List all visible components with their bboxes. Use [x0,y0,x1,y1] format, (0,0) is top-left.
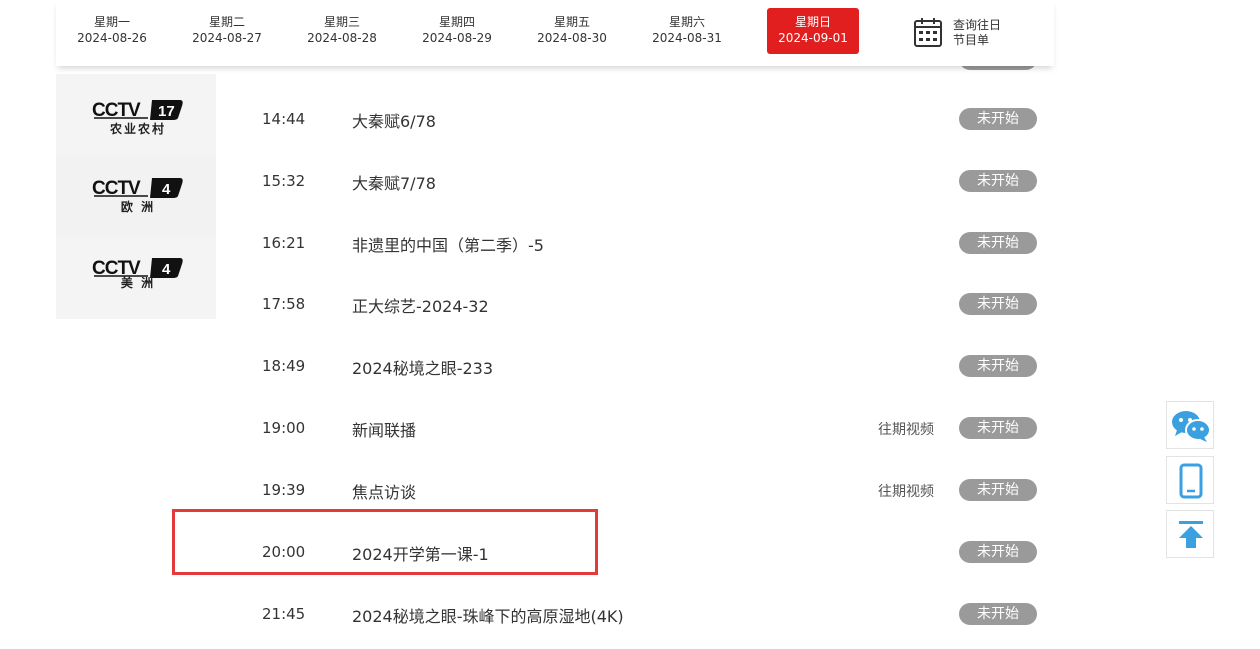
status-badge: 未开始 [959,541,1037,563]
day-tab-weekday: 星期日 [794,15,831,29]
wechat-share-button[interactable] [1166,401,1214,449]
query-past-schedule-button[interactable]: 查询往日 节目单 [913,14,1033,54]
day-tab-date: 2024-08-31 [652,31,722,45]
day-tab-weekday: 星期四 [438,15,475,29]
day-tab-mon[interactable]: 星期一 2024-08-26 [64,8,160,54]
program-row: 16:21 非遗里的中国（第二季）-5 未开始 [216,224,1046,264]
day-tab-fri[interactable]: 星期五 2024-08-30 [524,8,620,54]
cctv4-europe-logo: CCTV 4 [92,178,183,199]
day-tab-date: 2024-08-29 [422,31,492,45]
program-row: 20:00 2024开学第一课-1 未开始 [216,533,1046,573]
day-tab-thu[interactable]: 星期四 2024-08-29 [409,8,505,54]
program-time: 20:00 [262,543,306,561]
status-badge: 未开始 [959,232,1037,254]
day-tab-weekday: 星期五 [553,15,590,29]
program-title[interactable]: 2024开学第一课-1 [352,541,489,565]
query-label-line2: 节目单 [953,33,990,47]
program-row: 19:00 新闻联播 往期视频 未开始 [216,409,1046,449]
day-tab-tue[interactable]: 星期二 2024-08-27 [179,8,275,54]
program-title[interactable]: 非遗里的中国（第二季）-5 [352,232,544,256]
program-time: 19:00 [262,419,306,437]
mobile-icon [1179,463,1203,499]
program-title[interactable]: 焦点访谈 [352,479,416,503]
mobile-app-button[interactable] [1166,456,1214,504]
query-past-schedule-label: 查询往日 节目单 [953,18,1001,48]
channel-item-cctv4-america[interactable]: CCTV 4 美 洲 [56,236,216,316]
program-title[interactable]: 大秦赋7/78 [352,170,436,194]
day-tab-date: 2024-08-26 [77,31,147,45]
program-row: 21:45 2024秘境之眼-珠峰下的高原湿地(4K) 未开始 [216,595,1046,635]
day-tab-date: 2024-09-01 [778,31,848,45]
cctv17-logo: CCTV 17 [92,100,183,121]
program-row: 17:58 正大综艺-2024-32 未开始 [216,285,1046,325]
program-title[interactable]: 大秦赋6/78 [352,108,436,132]
status-badge: 未开始 [959,603,1037,625]
channel-subtitle: 欧 洲 [120,200,156,214]
svg-text:4: 4 [162,181,171,198]
day-tab-weekday: 星期三 [323,15,360,29]
program-time: 17:58 [262,295,306,313]
channel-list: CCTV 17 农业农村 CCTV 4 欧 洲 CCTV 4 美 洲 [56,74,216,319]
status-badge: 未开始 [959,108,1037,130]
channel-item-cctv4-europe[interactable]: CCTV 4 欧 洲 [56,156,216,236]
day-tab-sat[interactable]: 星期六 2024-08-31 [639,8,735,54]
program-row: 14:44 大秦赋6/78 未开始 [216,100,1046,140]
status-badge: 未开始 [959,293,1037,315]
program-row: 15:32 大秦赋7/78 未开始 [216,162,1046,202]
svg-text:17: 17 [158,103,175,120]
day-tab-weekday: 星期二 [208,15,245,29]
query-label-line1: 查询往日 [953,18,1002,32]
past-videos-link[interactable]: 往期视频 [878,419,934,439]
day-tab-weekday: 星期一 [93,15,130,29]
program-title[interactable]: 新闻联播 [352,417,416,441]
program-row: 19:39 焦点访谈 往期视频 未开始 [216,471,1046,511]
day-tab-sun[interactable]: 星期日 2024-09-01 [767,8,859,54]
day-tab-date: 2024-08-28 [307,31,377,45]
program-title[interactable]: 2024秘境之眼-233 [352,355,493,379]
program-time: 15:32 [262,172,306,190]
day-tab-date: 2024-08-30 [537,31,607,45]
program-row: 18:49 2024秘境之眼-233 未开始 [216,347,1046,387]
program-time: 18:49 [262,357,306,375]
channel-subtitle: 农业农村 [109,122,166,136]
status-badge: 未开始 [959,170,1037,192]
date-bar: 星期一 2024-08-26 星期二 2024-08-27 星期三 2024-0… [56,0,1054,66]
program-time: 16:21 [262,234,306,252]
calendar-icon [914,18,942,47]
day-tab-wed[interactable]: 星期三 2024-08-28 [294,8,390,54]
day-tab-weekday: 星期六 [668,15,705,29]
program-time: 19:39 [262,481,306,499]
status-badge: 未开始 [959,355,1037,377]
program-title[interactable]: 2024秘境之眼-珠峰下的高原湿地(4K) [352,603,624,627]
day-tab-date: 2024-08-27 [192,31,262,45]
past-videos-link[interactable]: 往期视频 [878,481,934,501]
status-badge: 未开始 [959,479,1037,501]
program-title[interactable]: 正大综艺-2024-32 [352,293,489,317]
program-time: 14:44 [262,110,306,128]
wechat-icon [1172,411,1211,442]
channel-subtitle: 美 洲 [120,276,156,290]
program-time: 21:45 [262,605,306,623]
status-badge: 未开始 [959,417,1037,439]
channel-item-cctv17[interactable]: CCTV 17 农业农村 [56,78,216,158]
back-to-top-icon [1179,521,1203,548]
back-to-top-button[interactable] [1166,510,1214,558]
